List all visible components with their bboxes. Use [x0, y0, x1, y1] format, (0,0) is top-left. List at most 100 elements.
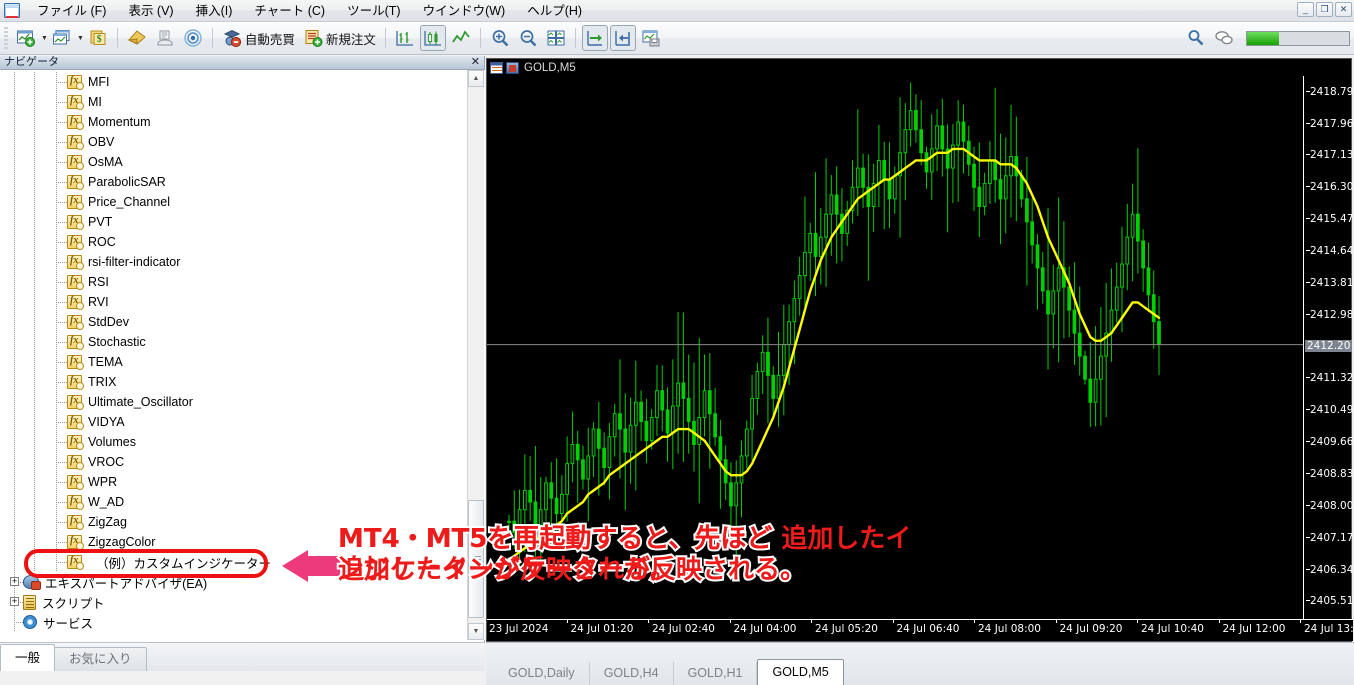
app-icon: [4, 3, 20, 18]
profiles-button[interactable]: [49, 25, 75, 51]
data-window-button[interactable]: [124, 25, 150, 51]
menu-tools[interactable]: ツール(T): [336, 1, 411, 21]
menu-file[interactable]: ファイル (F): [26, 1, 117, 21]
tree-item-21[interactable]: W_AD: [0, 492, 485, 512]
tree-item-3[interactable]: OBV: [0, 132, 485, 152]
close-button[interactable]: ✕: [1335, 2, 1352, 17]
tree-guide: [34, 232, 35, 252]
menu-bar[interactable]: ファイル (F) 表示 (V) 挿入(I) チャート (C) ツール(T) ウイ…: [26, 0, 593, 22]
market-watch-button[interactable]: $: [85, 25, 111, 51]
menu-window[interactable]: ウインドウ(W): [412, 1, 517, 21]
templates-button[interactable]: [638, 25, 664, 51]
tree-guide: [14, 172, 15, 192]
annotation-arrow-icon: [282, 550, 340, 582]
time-axis[interactable]: 23 Jul 2024 24 Jul 01:20 24 Jul 02:40 24 Ju…: [484, 619, 1354, 641]
tree-item-label: rsi-filter-indicator: [88, 255, 181, 269]
main-toolbar: ▼ ▼ $ 自動売買 新規注文: [0, 22, 1354, 55]
tree-item-label: Volumes: [88, 435, 136, 449]
tree-item-26[interactable]: + スクリプト: [0, 592, 485, 612]
tree-item-9[interactable]: rsi-filter-indicator: [0, 252, 485, 272]
new-order-button[interactable]: 新規注文: [300, 25, 379, 51]
line-chart-button[interactable]: [448, 25, 474, 51]
expand-icon[interactable]: +: [10, 597, 19, 606]
indicator-icon: [67, 355, 84, 370]
tab-favorites[interactable]: お気に入り: [54, 647, 147, 671]
menu-help[interactable]: ヘルプ(H): [516, 1, 593, 21]
tree-item-10[interactable]: RSI: [0, 272, 485, 292]
tree-item-16[interactable]: Ultimate_Oscillator: [0, 392, 485, 412]
tree-item-27[interactable]: サービス: [0, 612, 485, 632]
tree-guide: [34, 192, 35, 212]
expand-icon[interactable]: +: [10, 577, 19, 586]
new-chart-button[interactable]: [13, 25, 39, 51]
tree-item-7[interactable]: PVT: [0, 212, 485, 232]
tree-guide: [34, 212, 35, 232]
indicator-icon: [67, 95, 84, 110]
tree-elbow: [56, 362, 67, 363]
tree-guide: [34, 512, 35, 532]
tree-item-0[interactable]: MFI: [0, 72, 485, 92]
auto-scroll-button[interactable]: [581, 25, 608, 51]
tree-elbow: [56, 482, 67, 483]
tree-guide: [14, 552, 15, 572]
navigator-button[interactable]: [152, 25, 178, 51]
chart-shift-button[interactable]: [609, 25, 636, 51]
tree-item-6[interactable]: Price_Channel: [0, 192, 485, 212]
indicator-icon: [67, 375, 84, 390]
profiles-dropdown-icon[interactable]: ▼: [77, 35, 84, 42]
tree-guide: [14, 492, 15, 512]
chart-tab-gold-m5[interactable]: GOLD,M5: [757, 659, 844, 685]
tree-item-5[interactable]: ParabolicSAR: [0, 172, 485, 192]
zoom-in-button[interactable]: [487, 25, 513, 51]
chart-tab-gold-h4[interactable]: GOLD,H4: [590, 662, 674, 685]
menu-view[interactable]: 表示 (V): [117, 1, 184, 21]
price-axis[interactable]: 2418.79 2417.96 2417.13 2416.30 2415.47 2414.…: [1303, 76, 1354, 621]
signals-button[interactable]: [180, 25, 206, 51]
restore-button[interactable]: ❐: [1316, 2, 1333, 17]
autotrading-button[interactable]: 自動売買: [219, 25, 298, 51]
tree-elbow: [56, 322, 67, 323]
chart-tab-bar: GOLD,Daily GOLD,H4 GOLD,H1 GOLD,M5: [486, 642, 1354, 685]
candlestick-chart-button[interactable]: [419, 25, 446, 51]
menu-insert[interactable]: 挿入(I): [185, 1, 244, 21]
chat-icon[interactable]: [1211, 25, 1237, 51]
navigator-title: ナビゲータ: [4, 56, 59, 68]
toolbar-grip[interactable]: [4, 27, 8, 49]
tree-item-20[interactable]: WPR: [0, 472, 485, 492]
tab-general[interactable]: 一般: [0, 644, 56, 671]
close-icon[interactable]: ✕: [471, 56, 480, 69]
scroll-down-arrow[interactable]: ▼: [468, 623, 484, 640]
tree-item-18[interactable]: Volumes: [0, 432, 485, 452]
new-chart-dropdown-icon[interactable]: ▼: [41, 35, 48, 42]
tree-guide: [34, 332, 35, 352]
time-tick-8: 24 Jul 10:40: [1137, 619, 1204, 635]
tree-item-2[interactable]: Momentum: [0, 112, 485, 132]
tree-item-4[interactable]: OsMA: [0, 152, 485, 172]
tree-item-15[interactable]: TRIX: [0, 372, 485, 392]
minimize-button[interactable]: _: [1297, 2, 1314, 17]
tree-item-14[interactable]: TEMA: [0, 352, 485, 372]
tree-item-12[interactable]: StdDev: [0, 312, 485, 332]
tile-windows-button[interactable]: [543, 25, 569, 51]
search-icon[interactable]: [1183, 25, 1209, 51]
chart-tab-gold-daily[interactable]: GOLD,Daily: [494, 662, 590, 685]
chart-tab-gold-h1[interactable]: GOLD,H1: [674, 662, 758, 685]
indicator-icon: [67, 75, 84, 90]
tree-item-19[interactable]: VROC: [0, 452, 485, 472]
price-tick-14: 2407.17: [1305, 531, 1354, 544]
chart-data-icon: [490, 61, 503, 74]
tree-item-13[interactable]: Stochastic: [0, 332, 485, 352]
zoom-out-button[interactable]: [515, 25, 541, 51]
tree-guide: [14, 132, 15, 152]
scroll-up-arrow[interactable]: ▲: [468, 70, 484, 87]
tree-item-8[interactable]: ROC: [0, 232, 485, 252]
tree-item-17[interactable]: VIDYA: [0, 412, 485, 432]
tree-elbow: [56, 82, 67, 83]
tree-item-11[interactable]: RVI: [0, 292, 485, 312]
tree-item-1[interactable]: MI: [0, 92, 485, 112]
menu-chart[interactable]: チャート (C): [243, 1, 336, 21]
toolbar-separator-1: [116, 28, 118, 48]
bar-chart-button[interactable]: [392, 25, 418, 51]
indicator-icon: [67, 495, 84, 510]
tree-item-label: PVT: [88, 215, 113, 229]
